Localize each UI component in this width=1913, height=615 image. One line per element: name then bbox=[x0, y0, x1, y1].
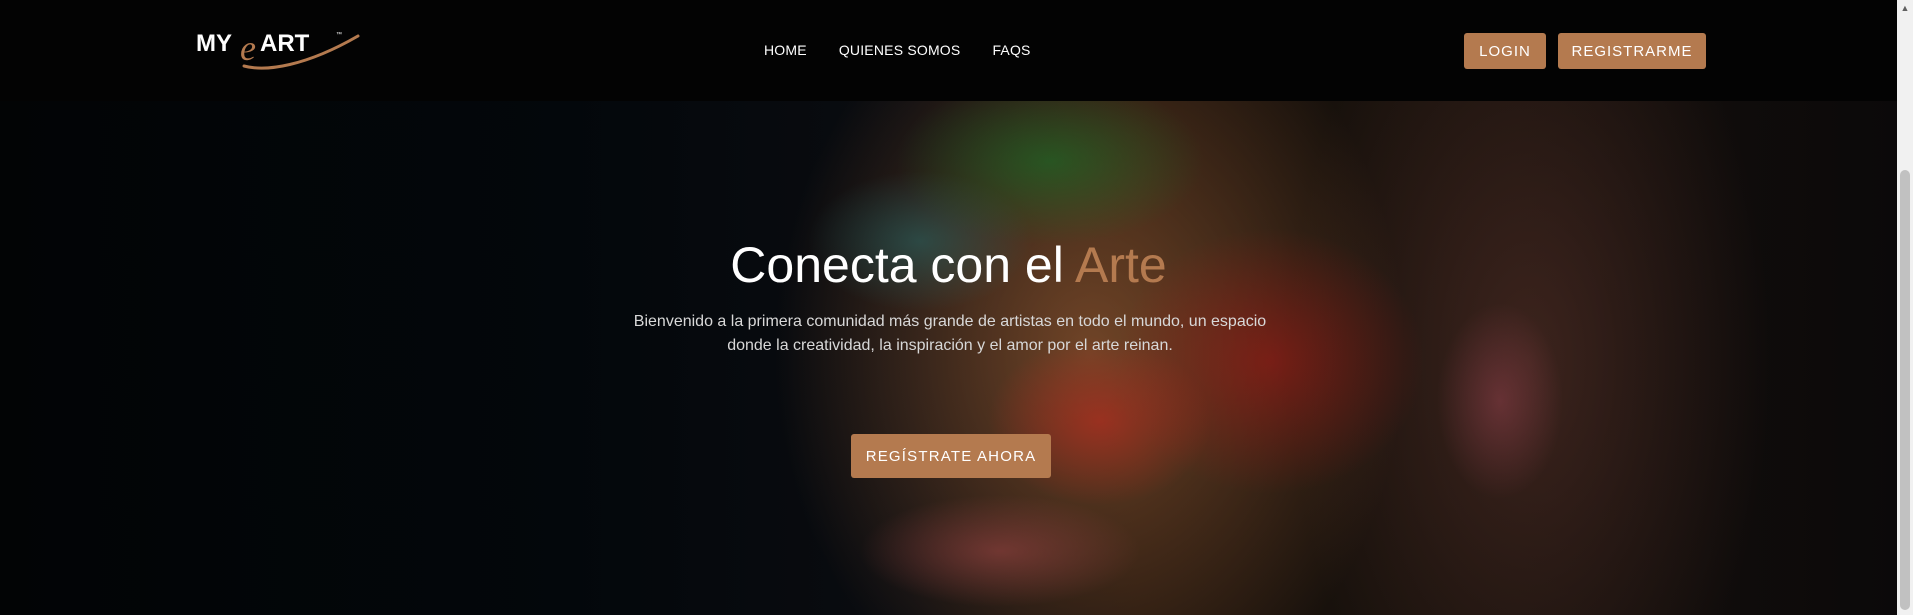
hero-title: Conecta con el Arte bbox=[0, 236, 1897, 294]
scrollbar-thumb[interactable] bbox=[1900, 170, 1910, 610]
main-nav: HOME QUIENES SOMOS FAQS bbox=[764, 42, 1031, 58]
login-button[interactable]: LOGIN bbox=[1464, 33, 1546, 69]
logo-text-e: e bbox=[240, 28, 256, 68]
nav-link-quienes-somos[interactable]: QUIENES SOMOS bbox=[839, 42, 961, 58]
hero-title-prefix: Conecta con el bbox=[730, 237, 1075, 293]
hero-section: Conecta con el Arte Bienvenido a la prim… bbox=[0, 101, 1897, 615]
register-now-button[interactable]: REGÍSTRATE AHORA bbox=[851, 434, 1051, 478]
logo-text-art: ART bbox=[260, 30, 310, 57]
top-navbar: MY e ART ™ HOME QUIENES SOMOS FAQS LOGIN… bbox=[0, 0, 1897, 101]
hero-title-accent: Arte bbox=[1074, 237, 1167, 293]
register-button[interactable]: REGISTRARME bbox=[1558, 33, 1706, 69]
logo-trademark: ™ bbox=[336, 31, 342, 38]
hero-description: Bienvenido a la primera comunidad más gr… bbox=[633, 313, 1267, 354]
nav-link-faqs[interactable]: FAQS bbox=[992, 42, 1030, 58]
page-scrollbar[interactable]: ▲ bbox=[1897, 0, 1913, 615]
scroll-up-arrow-icon[interactable]: ▲ bbox=[1897, 0, 1913, 16]
myeart-logo[interactable]: MY e ART ™ bbox=[196, 26, 362, 76]
nav-link-home[interactable]: HOME bbox=[764, 42, 807, 58]
logo-text-my: MY bbox=[196, 30, 232, 57]
